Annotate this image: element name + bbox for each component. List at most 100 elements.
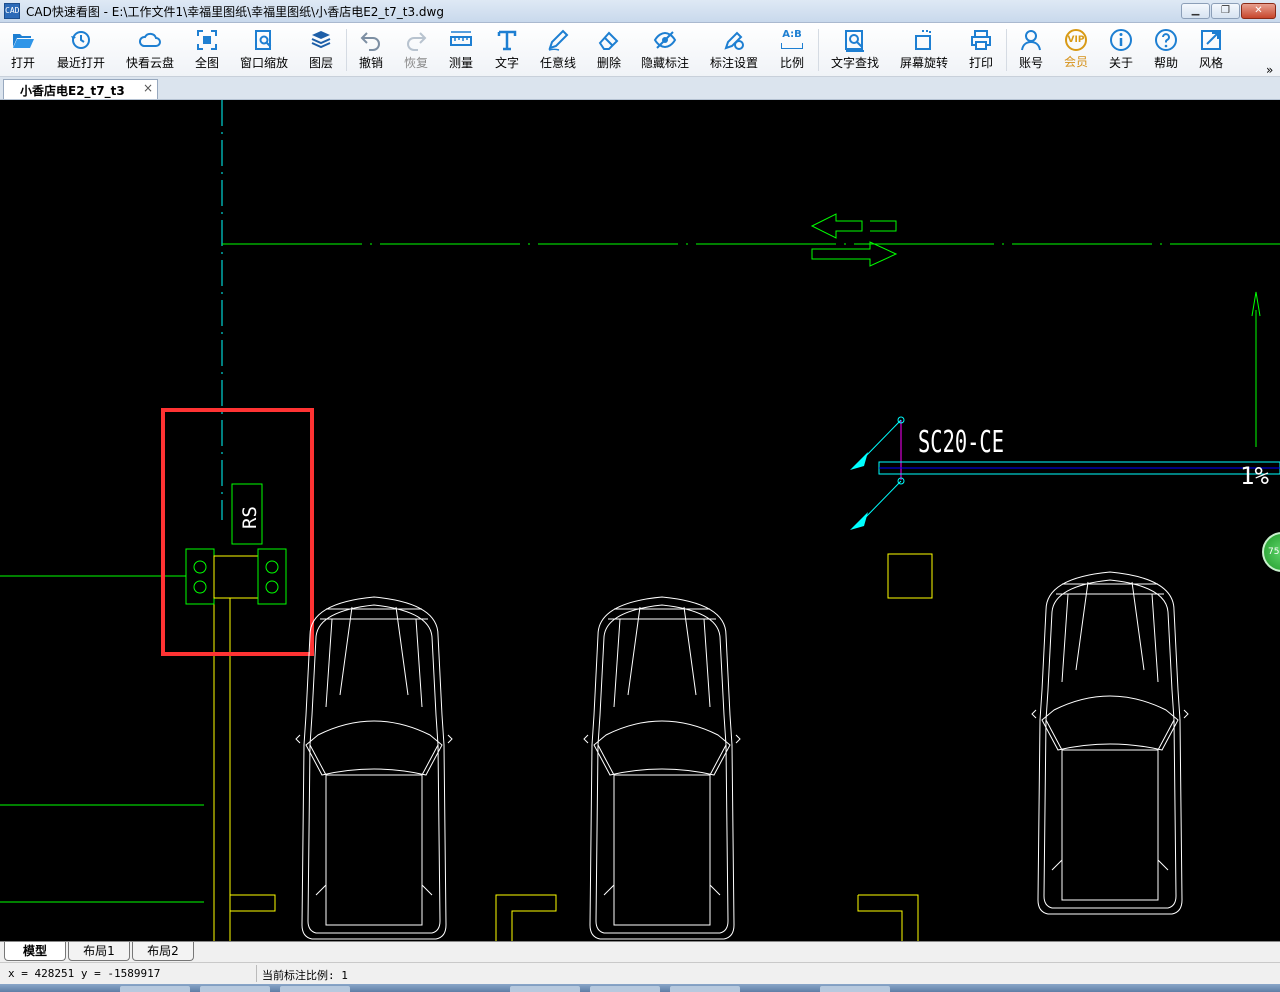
document-tab-label: 小香店电E2_t7_t3 (20, 84, 125, 98)
toolbar-label: 任意线 (539, 56, 576, 70)
toolbar-separator (818, 29, 819, 71)
rotate-screen-icon (912, 28, 936, 52)
window-title: CAD快速看图 - E:\工作文件1\幸福里图纸\幸福里图纸\小香店电E2_t7… (26, 5, 444, 19)
help-icon (1154, 28, 1178, 52)
toolbar-label: 关于 (1108, 56, 1133, 70)
hide-annotation-button[interactable]: 隐藏标注 (636, 25, 694, 74)
toolbar-label: 窗口缩放 (239, 56, 288, 70)
toolbar-label: 删除 (596, 56, 621, 70)
printer-icon (969, 28, 993, 52)
style-icon (1199, 28, 1223, 52)
toolbar-label: 撤销 (358, 56, 383, 70)
folder-open-icon (11, 28, 35, 52)
measure-button[interactable]: 测量 (442, 25, 480, 74)
text-button[interactable]: 文字 (488, 25, 526, 74)
redo-button[interactable]: 恢复 (397, 25, 435, 74)
vip-icon-text: VIP (1067, 35, 1085, 45)
window-zoom-button[interactable]: 窗口缩放 (234, 25, 294, 74)
pen-icon (546, 28, 570, 52)
toolbar-label: 最近打开 (56, 56, 105, 70)
screen-rotate-button[interactable]: 屏幕旋转 (894, 25, 954, 74)
status-divider (256, 965, 257, 982)
cloud-disk-button[interactable]: 快看云盘 (119, 25, 181, 74)
eraser-icon (597, 28, 621, 52)
toolbar-label: 账号 (1018, 56, 1043, 70)
main-toolbar: 打开 最近打开 快看云盘 全图 窗口缩放 图层 撤销 恢复 测量 文字 任意线 … (0, 23, 1280, 77)
text-search-button[interactable]: 文字查找 (826, 25, 884, 74)
info-icon (1109, 28, 1133, 52)
toolbar-label: 测量 (448, 56, 473, 70)
taskbar-item[interactable] (590, 986, 660, 992)
toolbar-more-chevron-icon[interactable]: » (1266, 63, 1273, 77)
slope-label: 1% (1240, 462, 1269, 490)
coordinate-readout: x = 428251 y = -1589917 (8, 967, 161, 980)
toolbar-label: 屏幕旋转 (899, 56, 948, 70)
toolbar-label: 文字 (494, 56, 519, 70)
text-icon (495, 28, 519, 52)
cad-drawing-canvas[interactable]: SC20-CE 1% RS (0, 100, 1280, 941)
minimize-button[interactable]: ▁ (1181, 3, 1210, 19)
taskbar-item[interactable] (280, 986, 350, 992)
full-view-button[interactable]: 全图 (188, 25, 226, 74)
document-tab-strip: 小香店电E2_t7_t3 × (0, 77, 1280, 100)
equipment-label: RS (239, 506, 261, 529)
scale-icon-text: A:B (782, 29, 802, 40)
taskbar-item[interactable] (200, 986, 270, 992)
taskbar-item[interactable] (820, 986, 890, 992)
help-button[interactable]: 帮助 (1147, 25, 1185, 74)
annotation-settings-button[interactable]: 标注设置 (704, 25, 764, 74)
redo-icon (404, 28, 428, 52)
vip-icon: VIP (1065, 29, 1087, 51)
vip-member-button[interactable]: VIP 会员 (1057, 25, 1095, 74)
layers-icon (309, 28, 333, 52)
document-tab[interactable]: 小香店电E2_t7_t3 × (3, 79, 158, 99)
taskbar-item[interactable] (510, 986, 580, 992)
tab-layout1[interactable]: 布局1 (68, 942, 130, 961)
tab-layout2[interactable]: 布局2 (132, 942, 194, 961)
scale-button[interactable]: A:B 比例 (772, 25, 812, 74)
toolbar-label: 全图 (194, 56, 219, 70)
title-bar: CAD CAD快速看图 - E:\工作文件1\幸福里图纸\幸福里图纸\小香店电E… (0, 0, 1280, 23)
user-icon (1019, 28, 1043, 52)
toolbar-label: 隐藏标注 (640, 56, 689, 70)
toolbar-label: 会员 (1063, 55, 1088, 69)
toolbar-label: 打印 (968, 56, 993, 70)
highlight-box (161, 408, 314, 656)
text-search-icon (843, 28, 867, 52)
print-button[interactable]: 打印 (962, 25, 1000, 74)
account-button[interactable]: 账号 (1012, 25, 1050, 74)
cloud-icon (138, 28, 162, 52)
toolbar-label: 图层 (308, 56, 333, 70)
toolbar-separator (1006, 29, 1007, 71)
toolbar-label: 帮助 (1153, 56, 1178, 70)
toolbar-label: 风格 (1198, 56, 1223, 70)
maximize-button[interactable]: ❐ (1211, 3, 1240, 19)
taskbar-item[interactable] (670, 986, 740, 992)
undo-button[interactable]: 撤销 (352, 25, 390, 74)
cad-drawing: SC20-CE 1% RS (0, 100, 1280, 941)
delete-button[interactable]: 删除 (590, 25, 628, 74)
toolbar-separator (346, 29, 347, 71)
style-button[interactable]: 风格 (1192, 25, 1230, 74)
eye-hide-icon (653, 28, 677, 52)
layers-button[interactable]: 图层 (302, 25, 340, 74)
toolbar-label: 快看云盘 (125, 56, 174, 70)
window-zoom-icon (252, 28, 276, 52)
layout-tab-bar: 模型 布局1 布局2 (0, 941, 1280, 962)
open-button[interactable]: 打开 (4, 25, 42, 74)
taskbar-item[interactable] (120, 986, 190, 992)
toolbar-label: 比例 (779, 56, 804, 70)
close-window-button[interactable]: ✕ (1241, 3, 1276, 19)
fit-all-icon (195, 28, 219, 52)
annotation-settings-icon (722, 28, 746, 52)
toolbar-label: 恢复 (403, 56, 428, 70)
measure-icon (449, 28, 473, 52)
recent-open-button[interactable]: 最近打开 (50, 25, 112, 74)
about-button[interactable]: 关于 (1102, 25, 1140, 74)
pipe-label: SC20-CE (918, 425, 1004, 460)
app-icon: CAD (4, 3, 20, 19)
tab-close-icon[interactable]: × (143, 81, 153, 95)
freehand-line-button[interactable]: 任意线 (534, 25, 582, 74)
tab-model[interactable]: 模型 (4, 942, 66, 961)
undo-icon (359, 28, 383, 52)
